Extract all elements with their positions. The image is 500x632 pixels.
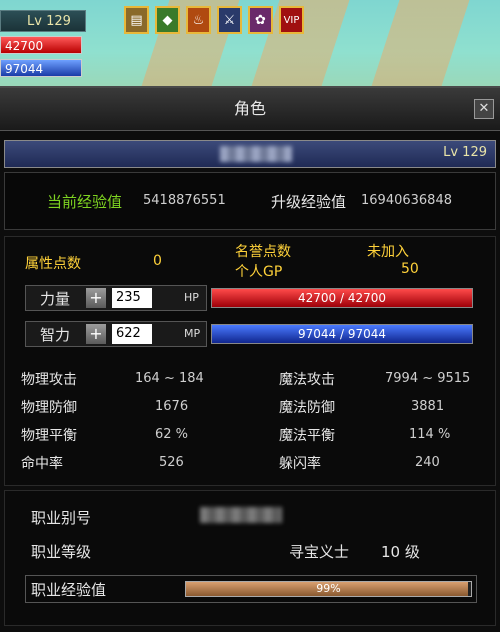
magic-defense-value: 3881: [411, 399, 445, 414]
physical-attack-value: 164 ~ 184: [135, 371, 204, 386]
character-name-bar: Lv 129: [4, 140, 496, 168]
next-exp-value: 16940636848: [361, 193, 452, 208]
blurred-character-name: [220, 146, 292, 162]
current-exp-value: 5418876551: [143, 193, 226, 208]
physical-defense-value: 1676: [155, 399, 189, 414]
physical-balance-value: 62 %: [155, 427, 189, 442]
job-exp-bar: 99%: [185, 581, 472, 597]
attribute-points-value: 0: [153, 253, 162, 269]
add-intelligence-button[interactable]: +: [86, 324, 106, 344]
job-exp-label: 职业经验值: [31, 581, 107, 599]
honor-points-label: 名誉点数: [235, 244, 291, 260]
hud-mp-bar: 97044: [0, 59, 82, 77]
game-scene: Lv 129 42700 97044 ▤ ◆ ♨ ⚔ ✿ VIP: [0, 0, 500, 86]
buff-bar: ▤ ◆ ♨ ⚔ ✿ VIP: [124, 6, 304, 34]
personal-gp-label: 个人GP: [235, 264, 283, 280]
physical-attack-label: 物理攻击: [21, 372, 77, 388]
job-rank-value: 10 级: [381, 543, 420, 561]
intelligence-row: 智力 + 622 MP: [25, 321, 207, 347]
scroll-icon[interactable]: ▤: [124, 6, 149, 34]
intelligence-label: 智力: [40, 326, 71, 344]
job-rank-label: 职业等级: [31, 543, 92, 561]
light-streak: [357, 0, 473, 86]
character-level: Lv 129: [443, 145, 487, 160]
fire-icon[interactable]: ♨: [186, 6, 211, 34]
hit-rate-value: 526: [159, 455, 184, 470]
mp-text: 97044 / 97044: [297, 327, 387, 341]
magic-attack-value: 7994 ~ 9515: [385, 371, 471, 386]
sword-icon[interactable]: ⚔: [217, 6, 242, 34]
hp-bar: 42700 / 42700: [211, 288, 473, 308]
vip-icon[interactable]: VIP: [279, 6, 304, 34]
window-title: 角色: [233, 99, 266, 118]
strength-row: 力量 + 235 HP: [25, 285, 207, 311]
hud-hp-bar: 42700: [0, 36, 82, 54]
close-button[interactable]: ✕: [474, 99, 494, 119]
intelligence-value: 622: [112, 324, 152, 344]
current-exp-label: 当前经验值: [47, 193, 123, 211]
hit-rate-label: 命中率: [21, 456, 63, 472]
strength-label: 力量: [40, 290, 71, 308]
potion-icon[interactable]: ✿: [248, 6, 273, 34]
mp-label: MP: [184, 327, 201, 340]
physical-defense-label: 物理防御: [21, 400, 77, 416]
blurred-job-alias: [200, 507, 282, 523]
hp-label: HP: [184, 291, 199, 304]
hp-text: 42700 / 42700: [297, 291, 387, 305]
job-exp-text: 99%: [316, 582, 341, 595]
job-panel: 职业别号 职业等级 寻宝义士 10 级 职业经验值 99%: [4, 490, 496, 626]
add-strength-button[interactable]: +: [86, 288, 106, 308]
experience-panel: 当前经验值 5418876551 升级经验值 16940636848: [4, 172, 496, 230]
magic-defense-label: 魔法防御: [279, 400, 335, 416]
next-exp-label: 升级经验值: [271, 193, 347, 211]
magic-attack-label: 魔法攻击: [279, 372, 335, 388]
attribute-points-label: 属性点数: [25, 256, 81, 272]
honor-points-value: 未加入: [367, 244, 409, 260]
job-alias-label: 职业别号: [31, 509, 92, 527]
window-titlebar[interactable]: 角色 ✕: [0, 88, 500, 131]
dodge-rate-label: 躲闪率: [279, 456, 321, 472]
job-class-name: 寻宝义士: [289, 543, 350, 561]
strength-value: 235: [112, 288, 152, 308]
vip-label: VIP: [283, 14, 300, 26]
physical-balance-label: 物理平衡: [21, 428, 77, 444]
magic-balance-value: 114 %: [409, 427, 451, 442]
gem-icon[interactable]: ◆: [155, 6, 180, 34]
stats-panel: 属性点数 0 名誉点数 未加入 个人GP 50 力量 + 235 HP 4270…: [4, 236, 496, 486]
personal-gp-value: 50: [401, 261, 419, 277]
dodge-rate-value: 240: [415, 455, 440, 470]
player-level: Lv 129: [0, 10, 86, 32]
character-window: 角色 ✕ Lv 129 当前经验值 5418876551 升级经验值 16940…: [0, 86, 500, 632]
magic-balance-label: 魔法平衡: [279, 428, 335, 444]
mp-bar: 97044 / 97044: [211, 324, 473, 344]
